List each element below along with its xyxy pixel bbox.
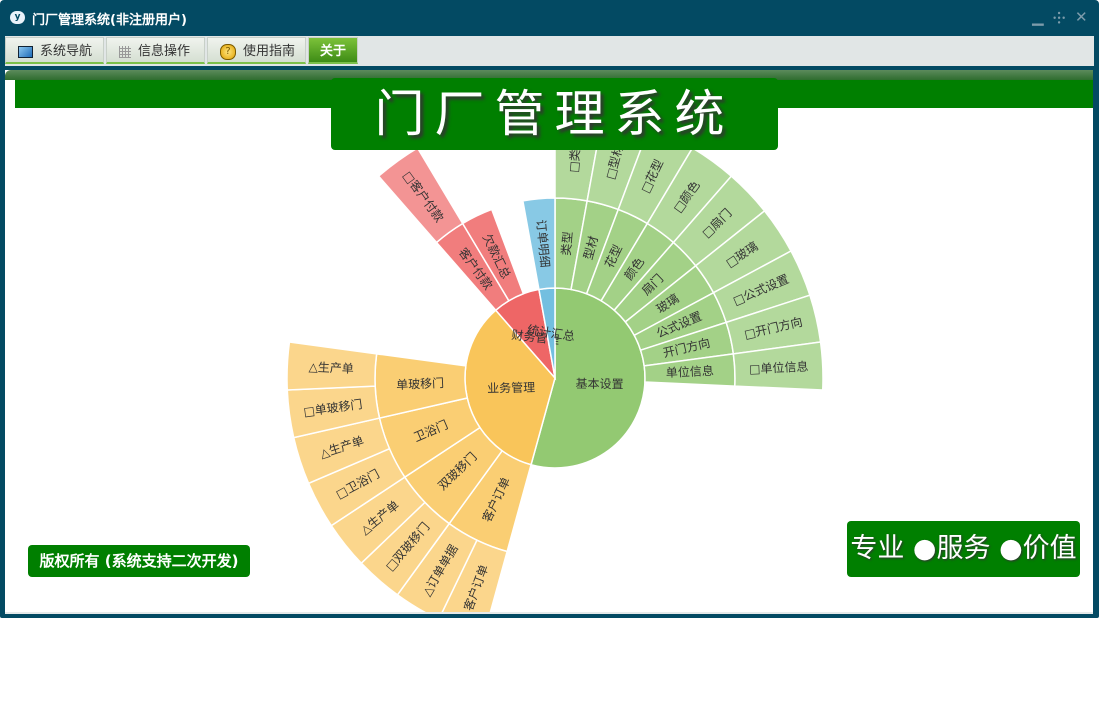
app-window: y 门厂管理系统(非注册用户) ▁ ⸭ ✕ 系统导航 信息操作 ? 使用指南 关于…: [0, 0, 1099, 618]
restore-icon[interactable]: ⸭: [1053, 8, 1065, 28]
about-panel: 基本设置 类型 □类型 型材 □型材 花型 □花型 颜色 □颜色 扇门 □扇门 玻璃 □玻璃 公式设置 □公…: [5, 70, 1093, 612]
tab-bar: 系统导航 信息操作 ? 使用指南 关于: [5, 36, 1094, 66]
sunburst-label: □单位信息: [749, 359, 809, 377]
sunburst-label: 业务管理: [487, 379, 535, 395]
title-bar: y 门厂管理系统(非注册用户) ▁ ⸭ ✕: [0, 0, 1099, 36]
help-icon: ?: [220, 43, 236, 60]
tab-label: 关于: [319, 44, 346, 59]
sunburst-label: 类型: [559, 231, 575, 256]
panel-bottom-edge: [5, 612, 1093, 614]
tab-label: 使用指南: [243, 44, 296, 59]
close-icon[interactable]: ✕: [1075, 8, 1088, 26]
tab-user-guide[interactable]: ? 使用指南: [207, 37, 306, 64]
app-logo-icon: y: [10, 11, 25, 24]
sunburst-label: 基本设置: [575, 377, 623, 392]
grid-icon: [119, 45, 131, 58]
sunburst-label: 单位信息: [666, 363, 715, 380]
sunburst-label: △生产单: [308, 360, 354, 376]
slogan-badge: 专业 ●服务 ●价值: [847, 521, 1080, 577]
tab-info-ops[interactable]: 信息操作: [106, 37, 205, 64]
copyright-badge: 版权所有 (系统支持二次开发): [28, 545, 250, 577]
minimize-icon[interactable]: ▁: [1032, 8, 1044, 26]
sunburst-label: 单玻移门: [396, 375, 445, 392]
banner-title: 门厂管理系统: [331, 78, 778, 150]
tab-system-nav[interactable]: 系统导航: [5, 37, 104, 64]
window-title: 门厂管理系统(非注册用户): [32, 13, 187, 28]
monitor-icon: [18, 45, 33, 58]
tab-label: 信息操作: [138, 44, 191, 59]
tab-label: 系统导航: [40, 44, 93, 59]
tab-about[interactable]: 关于: [308, 37, 358, 64]
